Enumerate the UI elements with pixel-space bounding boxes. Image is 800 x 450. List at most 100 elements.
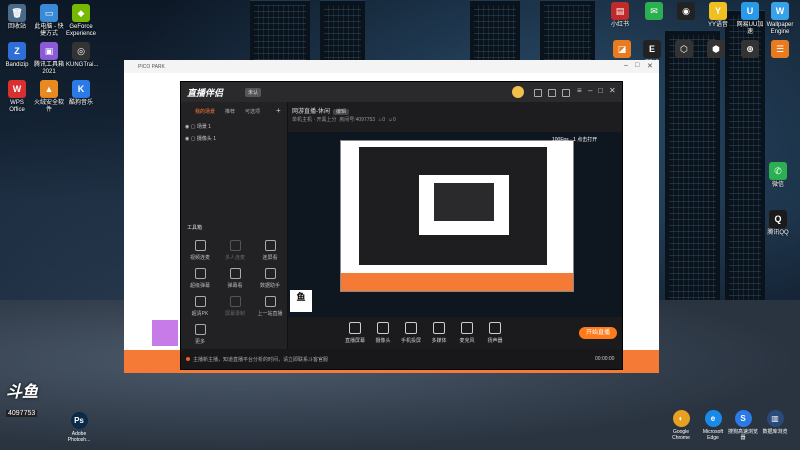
desktop-shortcut[interactable]: ✆ 微信 xyxy=(762,162,794,189)
add-scene-button[interactable]: + xyxy=(276,106,281,115)
desktop-shortcut-label: Bandizip xyxy=(5,62,29,68)
control-button[interactable]: 直播屏幕 xyxy=(340,322,370,344)
desktop-shortcut[interactable]: ⬡ xyxy=(668,40,700,60)
toolbox-item[interactable]: 视频连麦 xyxy=(183,240,217,261)
tab-recommend[interactable]: 推荐 xyxy=(225,108,235,115)
desktop-shortcut[interactable]: 🗑 回收站 xyxy=(2,4,32,31)
nested-window-capture xyxy=(340,140,574,292)
desktop-shortcut[interactable]: Q 腾讯QQ xyxy=(762,210,794,237)
multi-link-icon xyxy=(229,240,241,251)
edge-icon: e xyxy=(704,410,722,427)
toolbox-item-label: 视频连麦 xyxy=(189,255,210,261)
scene-item[interactable]: ◉ ▢ 摄像头 1 xyxy=(185,135,216,142)
desktop-shortcut[interactable]: ✉ xyxy=(638,2,670,22)
desktop-shortcut[interactable]: ⊕ xyxy=(734,40,766,60)
notice-bar: 主播新主播，知道直播平台分析的时间，请立即联系斗客官服 00:00:00 xyxy=(181,349,622,369)
gift-icon[interactable] xyxy=(548,89,556,97)
toolbox-item[interactable]: 连屏看 xyxy=(253,240,287,261)
desktop-shortcut[interactable]: ▭ 此电脑 - 快捷方式 xyxy=(34,4,64,38)
toolbox-item[interactable]: 多人连麦 xyxy=(218,240,252,261)
desktop-shortcut-label: Microsoft Edge xyxy=(702,429,724,441)
app-menu-icon[interactable]: ≡ xyxy=(577,86,582,95)
toolbox-item-label: 超级弹幕 xyxy=(189,283,210,289)
control-button[interactable]: 多媒体 xyxy=(424,322,454,344)
toolbox-item[interactable]: 上一站直播 xyxy=(253,296,287,317)
desktop-shortcut[interactable]: ⬢ xyxy=(700,40,732,60)
scene-item[interactable]: ◉ ▢ 场景 1 xyxy=(185,123,211,130)
desktop-shortcut[interactable]: ◪ xyxy=(606,40,638,60)
camera-icon xyxy=(377,322,389,334)
capture-window-titlebar[interactable]: PICO PARK – □ ✕ xyxy=(124,60,659,73)
toolbox-item[interactable]: 弹幕看 xyxy=(218,268,252,289)
app-icon-5: ◪ xyxy=(613,40,631,58)
desktop-shortcut[interactable]: ▤ 小红书 xyxy=(604,2,636,29)
avatar[interactable] xyxy=(512,86,524,98)
message-icon[interactable] xyxy=(534,89,542,97)
live-companion-app: 直播伴侣 未认 ≡ – □ ✕ 我的场景 推荐 可选项 + ◉ ▢ 场景 1 ◉… xyxy=(180,81,623,370)
chrome-icon: ◐ xyxy=(672,410,690,427)
minimize-button[interactable]: – xyxy=(624,62,628,69)
toolbox-item[interactable]: 超级弹幕 xyxy=(183,268,217,289)
desktop-shortcut[interactable]: Ps Adobe Photosh... xyxy=(64,412,94,443)
app-titlebar[interactable]: 直播伴侣 未认 ≡ – □ ✕ xyxy=(181,82,622,102)
maximize-button[interactable]: □ xyxy=(635,62,639,69)
toolbox-item-label: 屏幕录制 xyxy=(224,311,245,317)
desktop-shortcut[interactable]: ◆ GeForce Experience xyxy=(66,4,96,38)
close-button[interactable]: ✕ xyxy=(647,62,653,70)
control-button-label: 直播屏幕 xyxy=(344,338,365,344)
verify-badge[interactable]: 未认 xyxy=(245,88,262,97)
desktop-shortcut[interactable]: e Microsoft Edge xyxy=(698,410,728,441)
start-live-button[interactable]: 开始直播 xyxy=(579,327,617,339)
toolbox-icon: ▣ xyxy=(40,42,58,60)
control-button[interactable]: 麦克风 xyxy=(452,322,482,344)
desktop-shortcut[interactable]: ▲ 火绒安全软件 xyxy=(34,80,64,114)
desktop-shortcut[interactable]: W WPS Office xyxy=(2,80,32,114)
more-icon xyxy=(194,324,206,335)
tab-my-scenes[interactable]: 我的场景 xyxy=(195,108,215,115)
toolbox-item[interactable]: 更多 xyxy=(183,324,217,345)
screen-icon xyxy=(349,322,361,334)
control-button[interactable]: 扬声器 xyxy=(480,322,510,344)
notice-text[interactable]: 主播新主播，知道直播平台分析的时间，请立即联系斗客官服 xyxy=(193,356,328,363)
desktop-shortcut[interactable]: Z Bandizip xyxy=(2,42,32,69)
steam-style-icon: ◉ xyxy=(677,2,695,20)
douyu-watermark: 鱼 xyxy=(290,290,312,312)
desktop-shortcut[interactable]: ☰ xyxy=(764,40,796,60)
app-icon-3: ⊕ xyxy=(741,40,759,58)
desktop-shortcut-label: 小红书 xyxy=(610,22,629,28)
app-minimize-button[interactable]: – xyxy=(588,86,592,95)
desktop-shortcut-label: KUNGTrai... xyxy=(66,62,99,68)
desktop-shortcut-label: 腾讯QQ xyxy=(767,230,789,236)
category-label: 单机主机 · 开黑上分 xyxy=(292,117,337,123)
settings-icon[interactable] xyxy=(562,89,570,97)
desktop-shortcut[interactable]: ◉ xyxy=(670,2,702,22)
tab-optional[interactable]: 可选项 xyxy=(245,108,260,115)
desktop-shortcut[interactable]: ◎ KUNGTrai... xyxy=(66,42,99,69)
kung-icon: ◎ xyxy=(72,42,90,60)
toolbox-item[interactable]: 屏幕录制 xyxy=(218,296,252,317)
control-button[interactable]: 手机投屏 xyxy=(396,322,426,344)
app-brand: 直播伴侣 xyxy=(187,88,224,98)
pk-icon xyxy=(194,296,206,307)
toolbox-item[interactable]: 数据助手 xyxy=(253,268,287,289)
desktop-shortcut-label: 火绒安全软件 xyxy=(34,100,65,113)
control-button[interactable]: 摄像头 xyxy=(368,322,398,344)
stream-preview[interactable]: 100Fps · 1 点击打开 鱼 xyxy=(288,132,622,317)
nested-app-capture xyxy=(359,147,547,265)
app-maximize-button[interactable]: □ xyxy=(598,86,603,95)
screen-record-icon xyxy=(229,296,241,307)
desktop-shortcut[interactable]: ▣ 腾讯工具箱 2021 xyxy=(34,42,64,76)
toolbox-item[interactable]: 超清PK xyxy=(183,296,217,317)
desktop-shortcut[interactable]: S 搜狗高速浏览器 xyxy=(728,410,758,441)
app-close-button[interactable]: ✕ xyxy=(609,86,616,95)
desktop-shortcut[interactable]: Y YY语音 xyxy=(702,2,734,29)
pico-park-character xyxy=(152,320,178,346)
desktop-shortcut[interactable]: W Wallpaper Engine xyxy=(764,2,796,36)
desktop-shortcut[interactable]: ◐ Google Chrome xyxy=(666,410,696,441)
desktop-shortcut[interactable]: U 网易UU加速 xyxy=(734,2,766,36)
edit-room-button[interactable]: 编辑 xyxy=(333,109,350,115)
desktop-shortcut[interactable]: K 酷狗音乐 xyxy=(66,80,96,107)
desktop-shortcut[interactable]: ▥ 数据库浏览 xyxy=(760,410,790,435)
view-count: 0 xyxy=(393,117,396,123)
bandizip-icon: Z xyxy=(8,42,26,60)
